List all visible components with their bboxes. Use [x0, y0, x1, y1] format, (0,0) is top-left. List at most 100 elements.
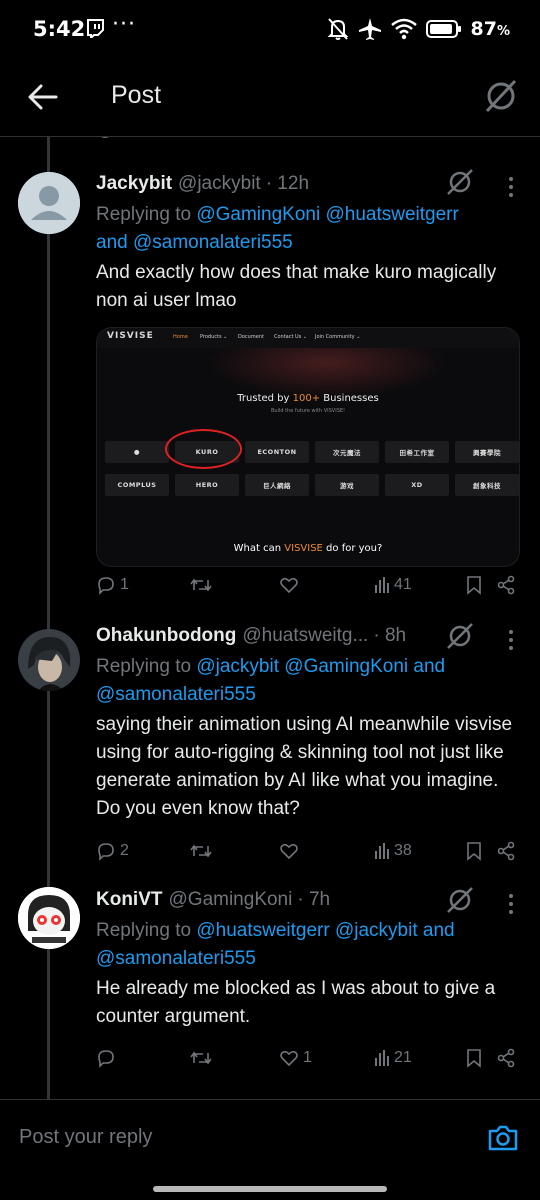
mention-link[interactable]: @huatsweitgerr: [196, 920, 329, 941]
grok-icon[interactable]: [446, 885, 474, 915]
views-button[interactable]: 21: [374, 1045, 412, 1071]
avatar[interactable]: [18, 887, 80, 949]
avatar[interactable]: [18, 629, 80, 691]
default-avatar-icon: [18, 172, 80, 234]
views-button[interactable]: 41: [374, 572, 412, 598]
reply-post[interactable]: Ohakunbodong @huatsweitg... · 8h Replyin…: [0, 607, 540, 869]
mention-link[interactable]: @GamingKoni: [284, 656, 408, 677]
post-text: saying their animation using AI meanwhil…: [96, 714, 513, 819]
user-handle[interactable]: @jackybit: [178, 173, 261, 195]
repost-button[interactable]: [190, 1045, 216, 1071]
reply-button[interactable]: 2: [96, 838, 129, 864]
top-app-bar: Post: [0, 60, 540, 137]
avatar[interactable]: [18, 172, 80, 234]
bookmark-icon: [467, 842, 481, 861]
image-logo: VISVISE: [107, 331, 154, 341]
grok-icon[interactable]: [484, 77, 518, 115]
mention-link[interactable]: @samonalateri555: [96, 948, 256, 969]
post-image[interactable]: VISVISE Home Products ⌄ Document Contact…: [96, 327, 520, 567]
share-button[interactable]: [496, 838, 516, 864]
image-nav-item: Contact Us ⌄: [274, 334, 308, 340]
grok-icon[interactable]: [446, 167, 474, 197]
user-avatar-image: [18, 887, 80, 949]
display-name[interactable]: KoniVT: [96, 889, 163, 911]
mention-link[interactable]: @jackybit: [196, 656, 279, 677]
image-logo-row: COMPLUS HERO 巨人網絡 游戏 XD 創象科技: [105, 474, 519, 496]
repost-button[interactable]: [190, 572, 216, 598]
image-nav-item: Products ⌄: [200, 334, 228, 340]
replying-to: Replying to @huatsweitgerr @jackybit and…: [96, 920, 455, 969]
share-icon: [497, 575, 515, 595]
like-button[interactable]: [279, 572, 303, 598]
image-logo-tile: ECONTON: [245, 441, 309, 463]
image-navbar: VISVISE Home Products ⌄ Document Contact…: [97, 328, 519, 348]
mention-link[interactable]: @samonalateri555: [96, 684, 256, 705]
reply-input[interactable]: Post your reply: [19, 1126, 152, 1149]
like-button[interactable]: 1: [279, 1045, 312, 1071]
user-handle[interactable]: @huatsweitg...: [242, 625, 368, 647]
post-time: · 8h: [373, 625, 407, 646]
like-button[interactable]: [279, 838, 303, 864]
image-logo-tile: 巨人網絡: [245, 474, 309, 496]
mention-link[interactable]: @GamingKoni: [196, 204, 320, 225]
status-bar: 5:42 ··· 87%: [0, 0, 540, 60]
views-icon: [375, 577, 389, 593]
views-icon: [375, 1050, 389, 1066]
twitch-icon: [87, 19, 104, 38]
post-time: · 7h: [297, 889, 331, 910]
image-logo-tile: 田希工作室: [385, 441, 449, 463]
user-avatar-image: [18, 629, 80, 691]
share-icon: [497, 1048, 515, 1068]
image-logo-tile: XD: [385, 474, 449, 496]
mention-link[interactable]: @jackybit: [335, 920, 418, 941]
views-icon: [375, 843, 389, 859]
mention-link[interactable]: @samonalateri555: [133, 232, 293, 253]
heart-icon: [280, 1050, 298, 1067]
mention-link[interactable]: @huatsweitgerr: [325, 204, 458, 225]
image-logo-tile: 創象科技: [455, 474, 519, 496]
repost-button[interactable]: [190, 838, 216, 864]
image-logo-tile: COMPLUS: [105, 474, 169, 496]
battery-percent: 87: [470, 18, 497, 40]
bookmark-icon: [467, 1049, 481, 1068]
reply-button[interactable]: [96, 1045, 120, 1071]
grok-icon[interactable]: [446, 621, 474, 651]
replying-to: Replying to @GamingKoni @huatsweitgerr an…: [96, 204, 459, 253]
replying-to: Replying to @jackybit @GamingKoni and @sa…: [96, 656, 446, 705]
repost-icon: [190, 578, 212, 592]
image-trusted-text: Trusted by 100+ Businesses: [237, 393, 379, 404]
user-handle[interactable]: @GamingKoni: [169, 889, 293, 911]
home-indicator[interactable]: [153, 1186, 387, 1192]
views-button[interactable]: 38: [374, 838, 412, 864]
camera-icon[interactable]: [487, 1123, 519, 1153]
post-actions: 1 21: [96, 1045, 520, 1071]
bookmark-button[interactable]: [466, 1045, 482, 1071]
reply-button[interactable]: 1: [96, 572, 129, 598]
repost-icon: [190, 844, 212, 858]
wifi-icon: [390, 18, 417, 40]
display-name[interactable]: Ohakunbodong: [96, 625, 236, 647]
status-time: 5:42: [33, 17, 86, 41]
share-button[interactable]: [496, 1045, 516, 1071]
bookmark-button[interactable]: [466, 838, 482, 864]
more-options-icon[interactable]: [508, 894, 514, 916]
share-button[interactable]: [496, 572, 516, 598]
mention-and[interactable]: and: [423, 920, 455, 941]
mention-and[interactable]: and: [96, 232, 128, 253]
image-logo-tile: 次元魔法: [315, 441, 379, 463]
mention-and[interactable]: and: [413, 656, 445, 677]
heart-icon: [280, 577, 298, 594]
more-options-icon[interactable]: [508, 177, 514, 199]
back-arrow-icon[interactable]: [26, 80, 60, 114]
status-more-icon: ···: [112, 12, 136, 37]
post-text: And exactly how does that make kuro magi…: [96, 262, 497, 311]
image-logo-tile: HERO: [175, 474, 239, 496]
reply-icon: [98, 1050, 114, 1068]
bookmark-button[interactable]: [466, 572, 482, 598]
airplane-icon: [358, 18, 381, 40]
heart-icon: [280, 843, 298, 860]
reply-icon: [98, 843, 114, 861]
more-options-icon[interactable]: [508, 630, 514, 652]
display-name[interactable]: Jackybit: [96, 173, 172, 195]
image-logo-tile: ●: [105, 441, 169, 463]
